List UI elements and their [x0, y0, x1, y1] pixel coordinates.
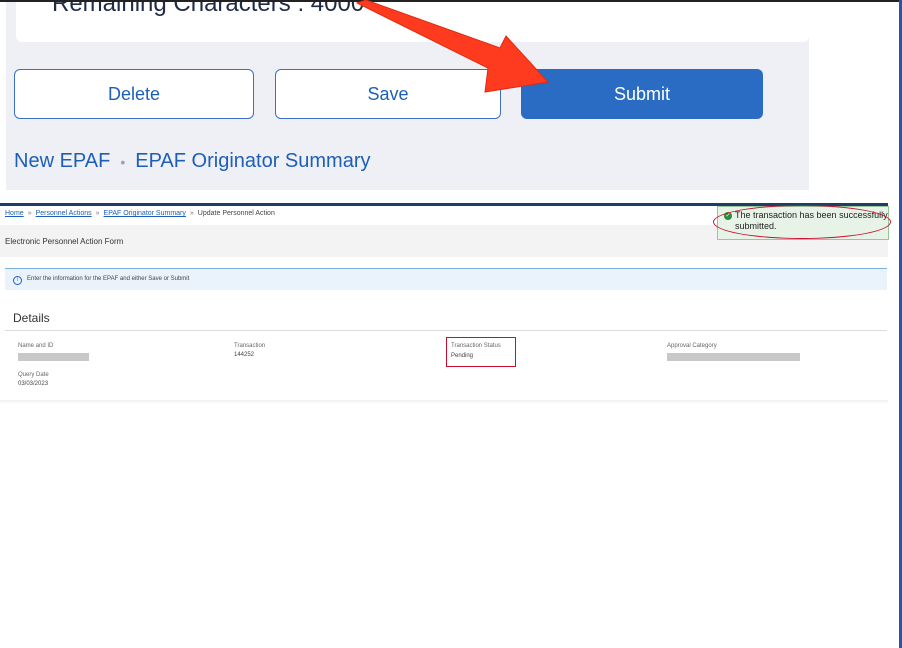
annotation-status-box — [446, 337, 516, 367]
info-banner: i Enter the information for the EPAF and… — [5, 268, 887, 290]
redacted-approval-category — [667, 353, 800, 361]
breadcrumb-separator: • — [120, 153, 126, 170]
remaining-characters-text: Remaining Characters : 4000 — [52, 2, 365, 17]
breadcrumb-personnel-actions[interactable]: Personnel Actions — [36, 210, 92, 217]
delete-button[interactable]: Delete — [14, 69, 254, 119]
details-divider — [5, 330, 887, 331]
screenshot-bottom-edge — [0, 400, 888, 404]
approval-category-label: Approval Category — [667, 343, 717, 349]
new-epaf-link[interactable]: New EPAF — [14, 150, 110, 172]
info-text: Enter the information for the EPAF and e… — [27, 276, 190, 282]
details-heading: Details — [13, 311, 50, 325]
annotation-ellipse — [713, 205, 891, 239]
query-date-value: 03/03/2023 — [18, 381, 49, 387]
submit-button[interactable]: Submit — [521, 69, 763, 119]
zoomed-action-panel: Remaining Characters : 4000 Delete Save … — [6, 2, 809, 190]
redacted-name-id — [18, 353, 89, 361]
query-date-label: Query Date — [18, 372, 49, 378]
info-icon: i — [13, 276, 22, 285]
epaf-breadcrumb: New EPAF • EPAF Originator Summary — [14, 150, 370, 173]
epaf-originator-summary-link[interactable]: EPAF Originator Summary — [135, 150, 370, 172]
form-title: Electronic Personnel Action Form — [5, 237, 124, 246]
name-id-label: Name and ID — [18, 343, 54, 349]
breadcrumb-home[interactable]: Home — [5, 210, 24, 217]
breadcrumb: Home» Personnel Actions» EPAF Originator S… — [5, 210, 275, 217]
transaction-value: 144252 — [234, 352, 255, 358]
transaction-label: Transaction — [234, 343, 266, 349]
breadcrumb-current: Update Personnel Action — [197, 210, 275, 217]
breadcrumb-originator-summary[interactable]: EPAF Originator Summary — [104, 210, 186, 217]
save-button[interactable]: Save — [275, 69, 501, 119]
comment-box: Remaining Characters : 4000 — [16, 2, 809, 42]
